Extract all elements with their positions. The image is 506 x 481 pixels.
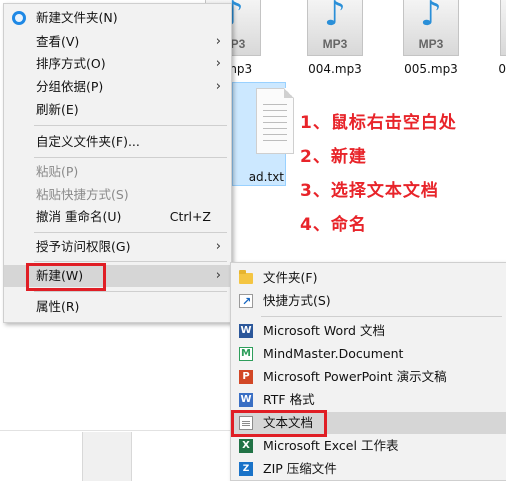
zip-icon: Z	[239, 462, 253, 476]
instruction-step: 3、选择文本文档	[300, 181, 439, 201]
submenu-item-text-document[interactable]: 文本文档	[231, 412, 506, 434]
instruction-step: 2、新建	[300, 147, 367, 167]
text-document-icon	[239, 416, 253, 430]
submenu-item-zip[interactable]: Z ZIP 压缩文件	[231, 458, 506, 480]
folder-icon	[239, 270, 253, 284]
file-type-tag: MP3	[322, 37, 348, 51]
submenu-item-word-document[interactable]: W Microsoft Word 文档	[231, 320, 506, 342]
menu-item-label: 分组依据(P)	[36, 79, 104, 94]
music-note-icon: ♪	[420, 0, 442, 34]
instruction-step: 4、命名	[300, 215, 367, 235]
chevron-right-icon: ›	[215, 268, 221, 283]
mp3-file-icon: ♪ MP3	[403, 0, 459, 56]
menu-separator	[34, 157, 227, 158]
new-folder-icon	[12, 11, 26, 25]
menu-item-label: RTF 格式	[263, 392, 315, 407]
chevron-right-icon: ›	[215, 79, 221, 94]
menu-separator	[34, 125, 227, 126]
file-item[interactable]: ♪ MP3 004.mp3	[300, 0, 370, 80]
menu-item-label: 新建(W)	[36, 268, 84, 283]
submenu-item-mindmaster-document[interactable]: M MindMaster.Document	[231, 343, 506, 365]
menu-item-label: 粘贴(P)	[36, 164, 79, 179]
file-name: 0	[498, 62, 506, 76]
chevron-right-icon: ›	[215, 239, 221, 254]
keyboard-shortcut: Ctrl+Z	[169, 209, 211, 224]
menu-item-give-access[interactable]: 授予访问权限(G) ›	[4, 236, 231, 258]
word-icon: W	[239, 324, 253, 338]
menu-item-label: 文件夹(F)	[263, 270, 318, 285]
menu-separator	[34, 291, 227, 292]
chevron-right-icon: ›	[215, 34, 221, 49]
menu-item-label: 新建文件夹(N)	[36, 10, 118, 25]
menu-item-paste-shortcut: 粘贴快捷方式(S)	[4, 184, 231, 206]
menu-item-label: 授予访问权限(G)	[36, 239, 131, 254]
menu-item-new[interactable]: 新建(W) ›	[4, 265, 231, 287]
mp3-file-icon	[500, 0, 506, 56]
menu-item-paste: 粘贴(P)	[4, 161, 231, 183]
shortcut-icon	[239, 291, 253, 313]
powerpoint-icon: P	[239, 370, 253, 384]
file-item[interactable]: 0	[470, 0, 506, 80]
file-item[interactable]: ♪ MP3 005.mp3	[396, 0, 466, 80]
menu-item-label: 粘贴快捷方式(S)	[36, 187, 129, 202]
menu-item-view[interactable]: 查看(V) ›	[4, 31, 231, 53]
new-submenu: 文件夹(F) 快捷方式(S) W Microsoft Word 文档 M Min…	[230, 262, 506, 481]
menu-item-label: Microsoft Word 文档	[263, 323, 385, 338]
menu-separator	[34, 261, 227, 262]
menu-item-label: 自定义文件夹(F)...	[36, 134, 140, 149]
divider	[0, 430, 235, 431]
menu-item-label: 属性(R)	[36, 299, 80, 314]
submenu-item-rtf[interactable]: W RTF 格式	[231, 389, 506, 411]
file-name: 004.mp3	[308, 62, 362, 76]
menu-item-label: MindMaster.Document	[263, 346, 404, 361]
file-name: ad.txt	[248, 170, 284, 184]
submenu-item-shortcut[interactable]: 快捷方式(S)	[231, 290, 506, 313]
music-note-icon: ♪	[324, 0, 346, 34]
chevron-right-icon: ›	[215, 56, 221, 71]
file-name: 005.mp3	[404, 62, 458, 76]
submenu-item-folder[interactable]: 文件夹(F)	[231, 267, 506, 289]
scrollbar-track[interactable]	[82, 432, 132, 481]
menu-item-refresh[interactable]: 刷新(E)	[4, 99, 231, 121]
menu-item-label: 撤消 重命名(U)	[36, 209, 122, 224]
instruction-steps: 1、鼠标右击空白处 2、新建 3、选择文本文档 4、命名	[300, 106, 457, 242]
menu-item-group-by[interactable]: 分组依据(P) ›	[4, 76, 231, 98]
menu-item-customize-folder[interactable]: 自定义文件夹(F)...	[4, 131, 231, 153]
menu-item-label: 查看(V)	[36, 34, 80, 49]
menu-item-label: 快捷方式(S)	[263, 293, 331, 308]
menu-item-label: 文本文档	[263, 415, 314, 430]
text-file-icon[interactable]	[256, 88, 294, 154]
menu-separator	[261, 316, 502, 317]
menu-separator	[34, 232, 227, 233]
instruction-step: 1、鼠标右击空白处	[300, 113, 457, 133]
menu-item-label: Microsoft Excel 工作表	[263, 438, 399, 453]
text-lines	[263, 99, 287, 143]
mp3-file-icon: ♪ MP3	[307, 0, 363, 56]
menu-item-sort-by[interactable]: 排序方式(O) ›	[4, 53, 231, 75]
mindmaster-icon: M	[239, 347, 253, 361]
menu-item-properties[interactable]: 属性(R)	[4, 296, 231, 318]
menu-item-new-folder[interactable]: 新建文件夹(N)	[4, 7, 231, 29]
menu-item-label: 排序方式(O)	[36, 56, 106, 71]
menu-item-undo-rename[interactable]: 撤消 重命名(U) Ctrl+Z	[4, 206, 231, 228]
submenu-item-excel[interactable]: X Microsoft Excel 工作表	[231, 435, 506, 457]
page-fold	[284, 88, 294, 98]
file-type-tag: MP3	[418, 37, 444, 51]
excel-icon: X	[239, 439, 253, 453]
menu-item-label: ZIP 压缩文件	[263, 461, 337, 476]
rtf-icon: W	[239, 393, 253, 407]
context-menu: 新建文件夹(N) 查看(V) › 排序方式(O) › 分组依据(P) › 刷新(…	[3, 3, 232, 323]
menu-item-label: Microsoft PowerPoint 演示文稿	[263, 369, 447, 384]
menu-item-label: 刷新(E)	[36, 102, 79, 117]
submenu-item-powerpoint[interactable]: P Microsoft PowerPoint 演示文稿	[231, 366, 506, 388]
